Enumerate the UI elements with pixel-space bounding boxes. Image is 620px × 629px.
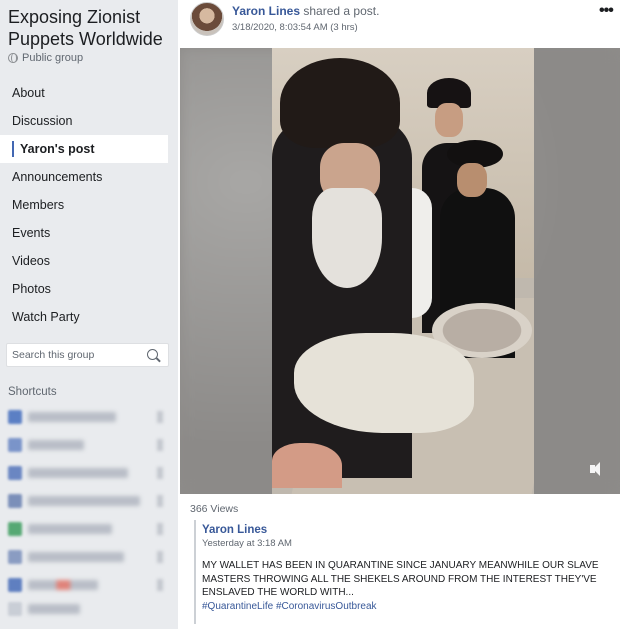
shortcut-label-blurred: [28, 412, 116, 422]
video-scene-hand: [272, 443, 342, 488]
shared-post: Yaron Lines Yesterday at 3:18 AM MY WALL…: [194, 520, 616, 624]
group-sidebar: Exposing Zionist Puppets Worldwide Publi…: [0, 0, 178, 629]
nav-item-photos[interactable]: Photos: [0, 275, 178, 303]
nav-item-videos[interactable]: Videos: [0, 247, 178, 275]
shortcut-label-blurred: [28, 552, 124, 562]
shortcut-label-blurred: [28, 524, 112, 534]
shortcut-label-blurred: [28, 496, 140, 506]
shortcut-label-blurred: [28, 580, 98, 590]
group-nav: About Discussion Yaron's post Announceme…: [0, 79, 178, 331]
shortcut-label-blurred: [28, 468, 128, 478]
group-search: [6, 343, 169, 367]
shortcut-icon: [8, 494, 22, 508]
shortcut-count-blurred: [157, 551, 163, 563]
nav-item-events[interactable]: Events: [0, 219, 178, 247]
shortcut-item[interactable]: [8, 436, 84, 454]
nav-item-announcements[interactable]: Announcements: [0, 163, 178, 191]
shared-post-text: MY WALLET HAS BEEN IN QUARANTINE SINCE J…: [202, 560, 599, 598]
group-title[interactable]: Exposing Zionist Puppets Worldwide: [8, 6, 176, 50]
shortcut-icon: [8, 466, 22, 480]
shortcut-icon: [8, 522, 22, 536]
post-header: Yaron Lines shared a post.: [232, 4, 379, 18]
video-scene-face: [457, 163, 487, 197]
nav-item-about[interactable]: About: [0, 79, 178, 107]
nav-item-yarons-post[interactable]: Yaron's post: [0, 135, 168, 163]
globe-icon: [8, 53, 18, 63]
shortcut-item[interactable]: [8, 492, 140, 510]
video-scene-towel: [294, 333, 474, 433]
video-frame: [272, 48, 534, 494]
shortcut-icon: [8, 550, 22, 564]
video-scene-face: [435, 103, 463, 137]
author-avatar[interactable]: [190, 2, 224, 36]
shortcut-item[interactable]: [8, 408, 116, 426]
shortcut-count-blurred: [157, 579, 163, 591]
video-player[interactable]: [180, 48, 620, 494]
shared-timestamp[interactable]: Yesterday at 3:18 AM: [202, 538, 616, 549]
shared-hashtags[interactable]: #QuarantineLife #CoronavirusOutbreak: [202, 600, 616, 613]
shared-author-link[interactable]: Yaron Lines: [202, 524, 616, 536]
search-icon[interactable]: [147, 349, 158, 360]
shortcut-item[interactable]: [8, 600, 80, 618]
shortcut-label-blurred: [28, 440, 84, 450]
nav-item-members[interactable]: Members: [0, 191, 178, 219]
shortcut-item[interactable]: [8, 520, 112, 538]
video-scene-hat: [280, 58, 400, 148]
view-count: 366 Views: [190, 503, 239, 515]
shortcut-item[interactable]: [8, 576, 98, 594]
shortcut-count-blurred: [157, 411, 163, 423]
shortcut-count-blurred: [157, 467, 163, 479]
shortcut-icon: [8, 438, 22, 452]
shortcut-label-blurred: [28, 604, 80, 614]
post-timestamp[interactable]: 3/18/2020, 8:03:54 AM (3 hrs): [232, 22, 358, 33]
author-name-link[interactable]: Yaron Lines: [232, 4, 300, 18]
nav-item-watch-party[interactable]: Watch Party: [0, 303, 178, 331]
volume-muted-icon[interactable]: [588, 460, 606, 478]
shortcut-count-blurred: [157, 523, 163, 535]
shortcut-count-blurred: [157, 439, 163, 451]
shortcut-icon: [8, 578, 22, 592]
shortcut-icon: [8, 410, 22, 424]
shortcut-icon: [8, 602, 22, 616]
shortcut-item[interactable]: [8, 464, 128, 482]
shortcut-count-blurred: [157, 495, 163, 507]
group-privacy: Public group: [8, 52, 83, 64]
shortcuts-heading: Shortcuts: [8, 386, 57, 398]
nav-item-discussion[interactable]: Discussion: [0, 107, 178, 135]
more-options-icon[interactable]: •••: [599, 2, 614, 20]
search-input[interactable]: [7, 344, 141, 366]
post-action-text: shared a post.: [303, 4, 380, 18]
group-privacy-label: Public group: [22, 52, 84, 64]
video-scene-beard: [312, 188, 382, 288]
shortcut-item[interactable]: [8, 548, 124, 566]
